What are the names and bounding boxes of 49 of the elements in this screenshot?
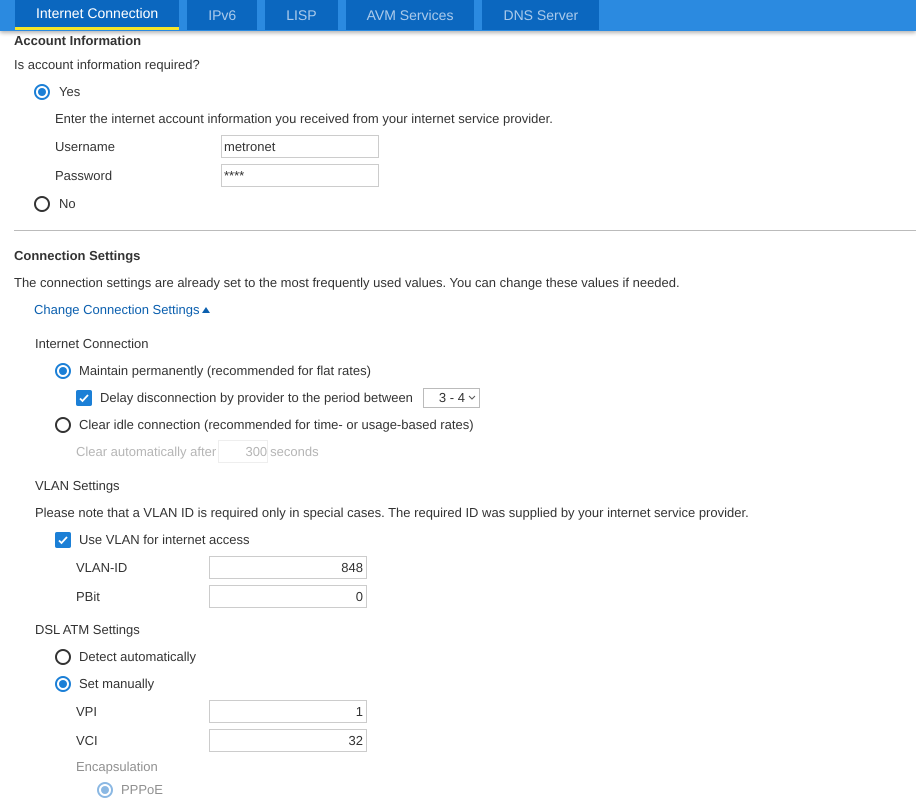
input-field[interactable]: metronet <box>221 135 379 158</box>
field-label: Username <box>55 138 116 156</box>
chevron-down-icon <box>468 395 476 400</box>
checkbox[interactable] <box>55 532 71 548</box>
check-icon <box>78 392 90 404</box>
radio-label: Detect automatically <box>79 648 196 666</box>
field-label: Password <box>55 166 114 185</box>
input-field[interactable]: 1 <box>209 700 367 723</box>
radio-button[interactable] <box>34 84 50 100</box>
caret-up-icon <box>202 306 210 312</box>
question-text: Is account information required? <box>14 56 201 74</box>
radio-label: Yes <box>59 82 80 101</box>
field-label: VCI <box>76 732 99 750</box>
radio-label: Maintain permanently (recommended for flat rates) <box>79 362 371 380</box>
input-field[interactable]: 848 <box>209 556 367 579</box>
input-field[interactable]: 32 <box>209 729 367 752</box>
checkbox-label: Delay disconnection by provider to the period between <box>100 388 413 407</box>
unit-label: seconds <box>270 442 319 461</box>
radio-button[interactable] <box>55 648 71 664</box>
input-field[interactable]: 0 <box>209 585 367 608</box>
radio-button[interactable] <box>55 676 71 692</box>
field-label: VLAN-ID <box>76 558 128 577</box>
hint-text: Enter the internet account information you received from your internet service provider. <box>54 110 554 128</box>
radio-button[interactable] <box>97 782 113 798</box>
field-label: PBit <box>76 588 101 606</box>
radio-button[interactable] <box>34 196 50 212</box>
section-heading: Account Information <box>14 32 142 50</box>
checkbox[interactable] <box>76 390 92 406</box>
radio-button[interactable] <box>55 416 71 432</box>
check-icon <box>57 534 69 546</box>
description-text: The connection settings are already set to the most frequently used values. You can change these values if needed. <box>14 274 681 292</box>
checkbox-label: Use VLAN for internet access <box>79 530 250 549</box>
radio-label: Clear idle connection (recommended for time- or usage-based rates) <box>79 416 474 434</box>
field-label: Clear automatically after <box>76 442 216 461</box>
period-select[interactable]: 3 - 4 <box>422 388 480 408</box>
subsection-heading: Internet Connection <box>34 334 150 352</box>
radio-button[interactable] <box>55 362 71 378</box>
radio-label: No <box>59 194 76 213</box>
tab[interactable]: Internet Connection <box>15 0 180 30</box>
subsection-heading: Encapsulation <box>75 758 159 776</box>
radio-label: PPPoE <box>121 781 163 800</box>
subsection-heading: VLAN Settings <box>34 476 121 495</box>
input-field[interactable]: **** <box>221 164 379 187</box>
section-heading: Connection Settings <box>14 246 142 265</box>
note-text: Please note that a VLAN ID is required only in special cases. The required ID was supplied by your internet service provider. <box>34 504 750 522</box>
radio-label: Set manually <box>79 674 154 693</box>
subsection-heading: DSL ATM Settings <box>34 620 141 639</box>
field-label: VPI <box>76 702 98 721</box>
toggle-link[interactable]: Change Connection Settings <box>34 300 210 320</box>
